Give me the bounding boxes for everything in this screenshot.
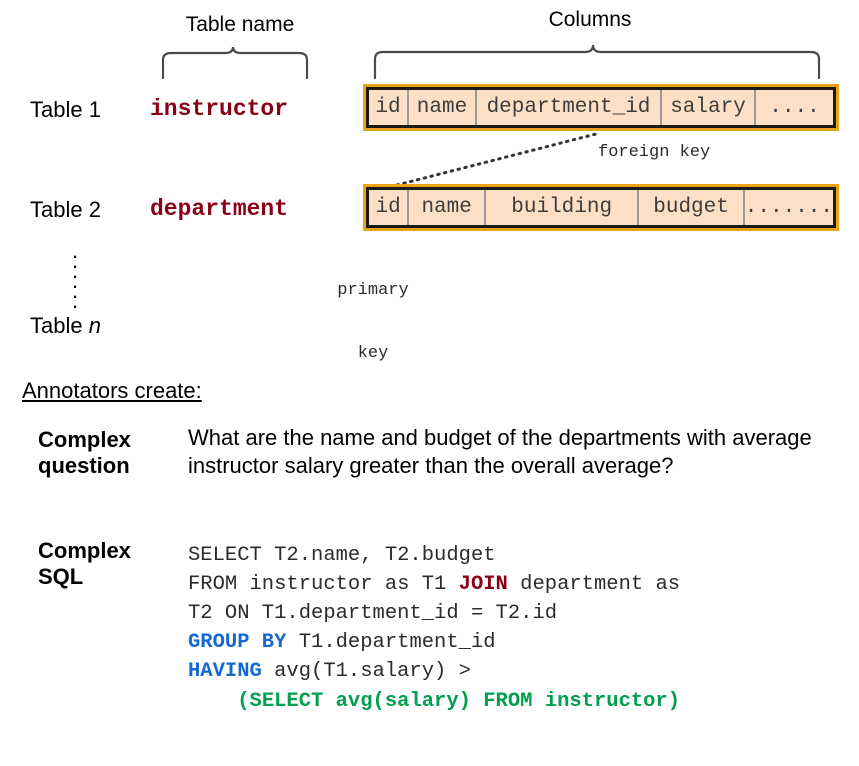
column-cell: id	[369, 190, 409, 225]
complex-sql-label: Complex SQL	[38, 538, 131, 590]
row-label-table-n: Table n	[30, 313, 101, 339]
primary-key-label: primary key	[318, 237, 428, 386]
complex-sql-label-line2: SQL	[38, 564, 131, 590]
complex-sql-code: SELECT T2.name, T2.budget FROM instructo…	[188, 541, 853, 716]
primary-key-label-line1: primary	[318, 280, 428, 301]
curly-brace-columns	[372, 42, 822, 80]
brace-label-table-name: Table name	[150, 13, 330, 37]
complex-question-label: Complex question	[38, 427, 131, 479]
column-cell: id	[369, 90, 409, 125]
complex-sql-label-line1: Complex	[38, 538, 131, 564]
row-label-table-n-index: n	[89, 313, 101, 338]
column-cell: name	[409, 90, 477, 125]
column-cell: salary	[662, 90, 756, 125]
table-name-department: department	[150, 196, 288, 222]
curly-brace-table-name	[160, 44, 310, 80]
brace-label-columns: Columns	[480, 8, 700, 32]
row-label-table-2: Table 2	[30, 197, 101, 223]
row-label-table-1: Table 1	[30, 97, 101, 123]
column-cell: ....	[756, 90, 833, 125]
complex-question-label-line2: question	[38, 453, 131, 479]
complex-question-label-line1: Complex	[38, 427, 131, 453]
vertical-ellipsis: ......	[60, 246, 90, 306]
complex-question-text: What are the name and budget of the depa…	[188, 424, 848, 480]
primary-key-label-line2: key	[318, 343, 428, 364]
column-cell: building	[486, 190, 639, 225]
annotators-heading: Annotators create:	[22, 378, 202, 404]
foreign-key-label: foreign key	[598, 142, 710, 163]
column-cell: .......	[745, 190, 833, 225]
table-name-instructor: instructor	[150, 96, 288, 122]
column-cell: department_id	[477, 90, 662, 125]
column-cell: name	[409, 190, 486, 225]
schema-table-instructor: id name department_id salary ....	[366, 87, 836, 128]
foreign-key-connector-line	[392, 128, 607, 190]
column-cell: budget	[639, 190, 744, 225]
schema-table-department: id name building budget .......	[366, 187, 836, 228]
row-label-table-n-prefix: Table	[30, 313, 89, 338]
